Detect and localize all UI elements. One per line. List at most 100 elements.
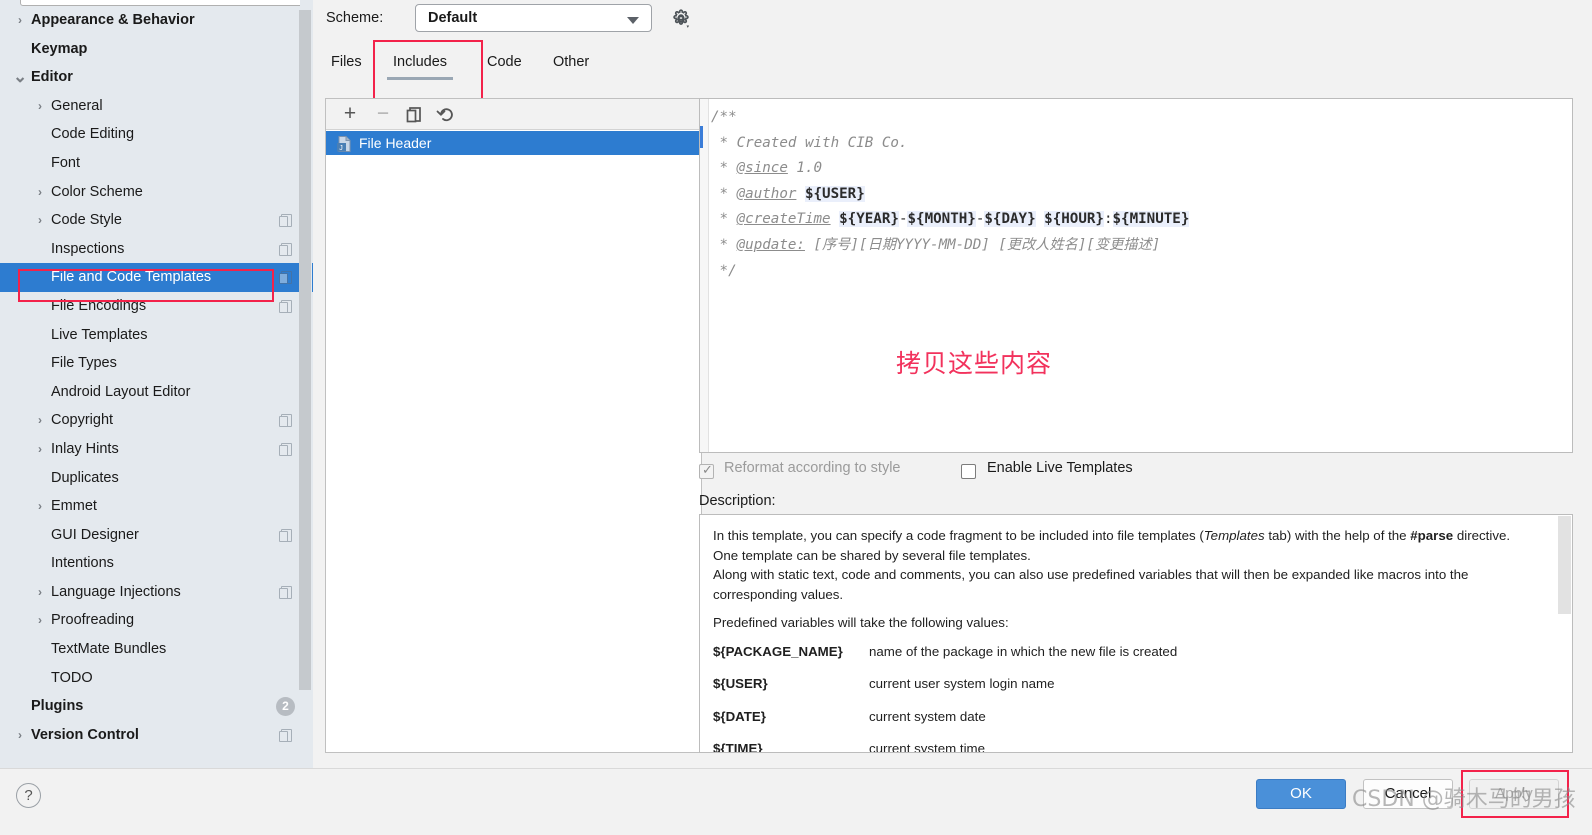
scheme-dropdown[interactable]: Default bbox=[415, 4, 652, 32]
sidebar-item-font[interactable]: Font bbox=[0, 149, 313, 178]
live-templates-checkbox-label: Enable Live Templates bbox=[987, 460, 1133, 476]
sidebar-item-label: TextMate Bundles bbox=[51, 641, 167, 658]
svg-text:J: J bbox=[339, 145, 343, 152]
code-text: [序号][日期YYYY-MM-DD] [更改人姓名][变更描述] bbox=[804, 236, 1161, 253]
template-list-panel[interactable]: + − J File Header bbox=[325, 98, 702, 753]
javadoc-tag: @createTime bbox=[736, 211, 831, 228]
sidebar-item-label: Plugins bbox=[31, 698, 84, 715]
sidebar-item-duplicates[interactable]: Duplicates bbox=[0, 464, 313, 493]
sidebar-item-appearance-behavior[interactable]: › Appearance & Behavior bbox=[0, 6, 313, 35]
sidebar-scrollbar-track[interactable] bbox=[299, 0, 312, 768]
sidebar-item-plugins[interactable]: Plugins 2 bbox=[0, 692, 313, 721]
description-scrollbar-thumb[interactable] bbox=[1558, 516, 1571, 614]
sidebar-item-label: Font bbox=[51, 154, 81, 171]
sidebar-item-file-and-code-templates[interactable]: File and Code Templates bbox=[0, 263, 313, 292]
reformat-checkbox-label: Reformat according to style bbox=[724, 460, 901, 476]
sidebar-item-todo[interactable]: TODO bbox=[0, 664, 313, 693]
reformat-checkbox: ✓ bbox=[699, 462, 714, 479]
sidebar-item-label: Copyright bbox=[51, 412, 114, 429]
sidebar-item-version-control[interactable]: › Version Control bbox=[0, 721, 313, 750]
sidebar-item-keymap[interactable]: Keymap bbox=[0, 35, 313, 64]
sidebar-item-editor[interactable]: ⌄ Editor bbox=[0, 63, 313, 92]
sidebar-item-label: Duplicates bbox=[51, 469, 119, 486]
gear-icon[interactable] bbox=[669, 7, 693, 31]
list-item[interactable]: J File Header bbox=[326, 131, 701, 155]
reset-button[interactable] bbox=[434, 103, 458, 127]
code-text: * bbox=[711, 211, 737, 228]
sidebar-item-file-types[interactable]: File Types bbox=[0, 349, 313, 378]
chevron-right-icon[interactable]: › bbox=[13, 721, 27, 750]
chevron-right-icon[interactable]: › bbox=[33, 578, 47, 607]
sidebar-item-inlay-hints[interactable]: › Inlay Hints bbox=[0, 435, 313, 464]
code-text: * bbox=[711, 160, 737, 177]
sidebar-item-label: Editor bbox=[31, 69, 73, 86]
template-tabs[interactable]: Files Includes Code Other bbox=[313, 46, 1592, 90]
sidebar-item-code-style[interactable]: › Code Style bbox=[0, 206, 313, 235]
sidebar-item-android-layout-editor[interactable]: Android Layout Editor bbox=[0, 378, 313, 407]
remove-button[interactable]: − bbox=[371, 103, 395, 127]
tab-includes[interactable]: Includes bbox=[386, 54, 454, 80]
sidebar-item-color-scheme[interactable]: › Color Scheme bbox=[0, 178, 313, 207]
tab-code[interactable]: Code bbox=[487, 54, 522, 70]
copy-settings-icon[interactable] bbox=[279, 442, 292, 456]
copy-settings-icon[interactable] bbox=[279, 214, 292, 228]
description-body: In this template, you can specify a code… bbox=[713, 526, 1513, 753]
sidebar-item-live-templates[interactable]: Live Templates bbox=[0, 321, 313, 350]
chevron-down-icon bbox=[627, 17, 639, 24]
template-variable: ${DAY} bbox=[984, 211, 1036, 228]
chevron-right-icon[interactable]: › bbox=[33, 435, 47, 464]
sidebar-item-label: Code Editing bbox=[51, 126, 135, 143]
sidebar-item-general[interactable]: › General bbox=[0, 92, 313, 121]
tab-other[interactable]: Other bbox=[553, 54, 589, 70]
live-templates-checkbox[interactable] bbox=[961, 464, 976, 479]
chevron-right-icon[interactable]: › bbox=[33, 92, 47, 121]
copy-settings-icon[interactable] bbox=[279, 271, 292, 285]
chevron-right-icon[interactable]: › bbox=[33, 606, 47, 635]
sidebar-item-code-editing[interactable]: Code Editing bbox=[0, 120, 313, 149]
sidebar-item-emmet[interactable]: › Emmet bbox=[0, 492, 313, 521]
chevron-down-icon[interactable]: ⌄ bbox=[13, 63, 27, 92]
csdn-watermark: CSDN @骑木马的男孩 bbox=[1352, 787, 1576, 812]
sidebar-item-gui-designer[interactable]: GUI Designer bbox=[0, 521, 313, 550]
table-row: ${PACKAGE_NAME} name of the package in wh… bbox=[713, 642, 1513, 675]
help-button[interactable]: ? bbox=[16, 783, 41, 808]
sidebar-item-label: Inspections bbox=[51, 240, 125, 257]
template-variable: ${YEAR} bbox=[839, 211, 899, 228]
ok-button[interactable]: OK bbox=[1256, 779, 1346, 809]
sidebar-item-copyright[interactable]: › Copyright bbox=[0, 406, 313, 435]
variable-description: current system time bbox=[869, 741, 986, 753]
copy-settings-icon[interactable] bbox=[279, 585, 292, 599]
sidebar-item-file-encodings[interactable]: File Encodings bbox=[0, 292, 313, 321]
copy-settings-icon[interactable] bbox=[279, 528, 292, 542]
template-list-toolbar[interactable]: + − bbox=[326, 99, 701, 130]
sidebar-item-intentions[interactable]: Intentions bbox=[0, 549, 313, 578]
editor-code-text[interactable]: /** * Created with CIB Co. * @since 1.0 … bbox=[711, 105, 1570, 284]
chevron-right-icon[interactable]: › bbox=[13, 6, 27, 35]
copy-settings-icon[interactable] bbox=[279, 728, 292, 742]
chevron-right-icon[interactable]: › bbox=[33, 206, 47, 235]
template-code-editor[interactable]: /** * Created with CIB Co. * @since 1.0 … bbox=[699, 98, 1573, 453]
sidebar-item-inspections[interactable]: Inspections bbox=[0, 235, 313, 264]
template-variable: ${USER} bbox=[804, 185, 865, 202]
sidebar-item-language-injections[interactable]: › Language Injections bbox=[0, 578, 313, 607]
tab-files[interactable]: Files bbox=[331, 54, 362, 70]
copy-settings-icon[interactable] bbox=[279, 414, 292, 428]
add-button[interactable]: + bbox=[338, 103, 362, 127]
copy-button[interactable] bbox=[402, 103, 426, 127]
variable-description: name of the package in which the new fil… bbox=[869, 643, 1178, 659]
copy-settings-icon[interactable] bbox=[279, 299, 292, 313]
variable-name: ${PACKAGE_NAME} bbox=[713, 643, 843, 659]
settings-tree[interactable]: › Appearance & Behavior Keymap ⌄ Editor › Gene… bbox=[0, 6, 313, 749]
code-text: /** bbox=[711, 109, 737, 125]
settings-sidebar[interactable]: › Appearance & Behavior Keymap ⌄ Editor › Gene… bbox=[0, 0, 313, 768]
sidebar-item-textmate-bundles[interactable]: TextMate Bundles bbox=[0, 635, 313, 664]
sidebar-scrollbar-thumb[interactable] bbox=[299, 10, 311, 690]
sidebar-item-proofreading[interactable]: › Proofreading bbox=[0, 606, 313, 635]
chevron-right-icon[interactable]: › bbox=[33, 492, 47, 521]
check-icon: ✓ bbox=[702, 462, 713, 477]
chevron-right-icon[interactable]: › bbox=[33, 406, 47, 435]
copy-settings-icon[interactable] bbox=[279, 242, 292, 256]
sidebar-item-label: File Types bbox=[51, 355, 117, 372]
chevron-right-icon[interactable]: › bbox=[33, 178, 47, 207]
